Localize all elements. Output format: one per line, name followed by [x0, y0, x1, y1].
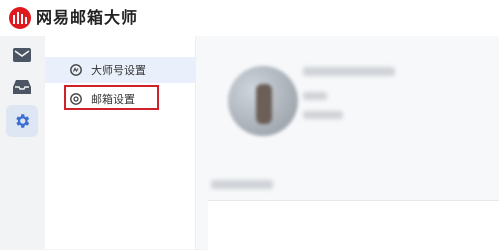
title-bar: 网易邮箱大师 [0, 0, 499, 36]
highlight-annotation-box [64, 85, 159, 110]
menu-item-master-account[interactable]: 大师号设置 [45, 57, 195, 83]
redacted-text [303, 111, 343, 119]
left-rail [0, 36, 44, 249]
gear-icon [16, 114, 30, 128]
content-card [208, 200, 499, 250]
redacted-text [303, 92, 327, 100]
rail-inbox-button[interactable] [6, 71, 38, 103]
envelope-icon [13, 48, 31, 62]
avatar [228, 66, 298, 136]
rail-mail-button[interactable] [6, 39, 38, 71]
app-logo-icon [9, 7, 31, 29]
app-title: 网易邮箱大师 [36, 8, 139, 27]
settings-menu: 大师号设置 邮箱设置 [45, 36, 196, 249]
rail-settings-button[interactable] [6, 105, 38, 137]
inbox-tray-icon [13, 80, 31, 94]
redacted-name [303, 67, 395, 76]
master-account-icon [69, 63, 83, 77]
redacted-section-title [211, 180, 273, 189]
menu-item-label: 大师号设置 [91, 64, 146, 77]
